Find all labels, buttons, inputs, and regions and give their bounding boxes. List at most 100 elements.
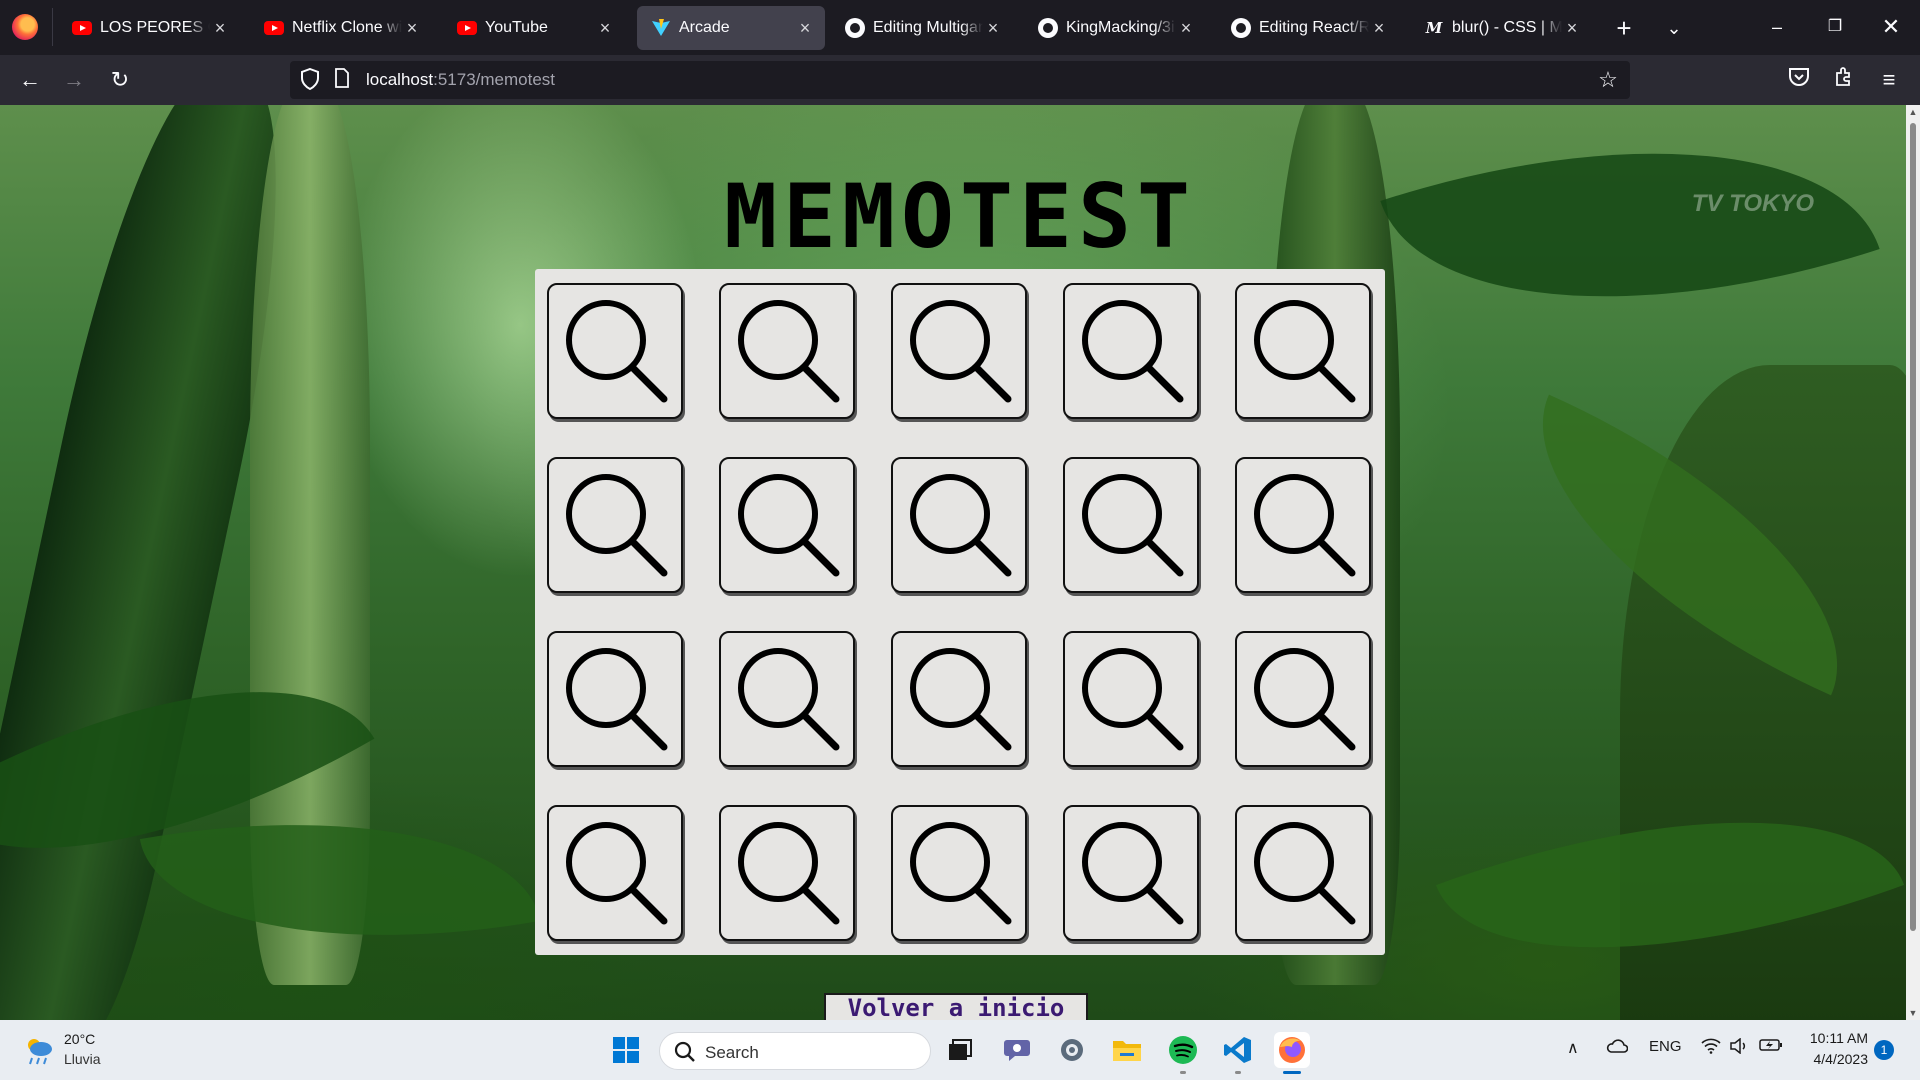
weather-description[interactable]: Lluvia <box>64 1051 101 1067</box>
memotest-card[interactable] <box>1235 805 1371 941</box>
memotest-card[interactable] <box>1063 805 1199 941</box>
tab-mdn-blur[interactable]: M blur() - CSS | MDN × <box>1410 6 1592 50</box>
rain-cloud-icon[interactable] <box>22 1034 56 1066</box>
show-hidden-icons-chevron-icon[interactable]: ∧ <box>1567 1038 1579 1058</box>
page-icon[interactable] <box>330 68 354 92</box>
scroll-down-arrow-icon[interactable]: ▼ <box>1908 1008 1918 1018</box>
tab-editing-readme[interactable]: Editing React/README × <box>1217 6 1399 50</box>
tab-close-icon[interactable]: × <box>1369 18 1389 38</box>
wifi-icon[interactable] <box>1701 1038 1721 1058</box>
notification-count-badge[interactable]: 1 <box>1874 1040 1894 1060</box>
tab-netflix-clone[interactable]: Netflix Clone with React × <box>250 6 432 50</box>
new-tab-button[interactable]: + <box>1608 12 1640 44</box>
tab-close-icon[interactable]: × <box>1176 18 1196 38</box>
memotest-card[interactable] <box>891 457 1027 593</box>
onedrive-cloud-icon[interactable] <box>1606 1038 1629 1058</box>
minimize-icon[interactable]: – <box>1754 10 1800 44</box>
memotest-card[interactable] <box>719 283 855 419</box>
tab-arcade[interactable]: Arcade × <box>637 6 825 50</box>
search-icon <box>738 822 840 925</box>
scroll-up-arrow-icon[interactable]: ▲ <box>1908 107 1918 117</box>
tab-close-icon[interactable]: × <box>402 18 422 38</box>
firefox-icon[interactable] <box>1274 1032 1310 1074</box>
close-window-icon[interactable]: ✕ <box>1868 10 1914 44</box>
search-icon <box>1254 474 1356 577</box>
memotest-card[interactable] <box>547 457 683 593</box>
back-icon[interactable]: ← <box>14 64 46 96</box>
memotest-card[interactable] <box>1063 631 1199 767</box>
tab-kingmacking[interactable]: KingMacking/3in1 × <box>1024 6 1206 50</box>
memotest-card[interactable] <box>1063 457 1199 593</box>
language-indicator[interactable]: ENG <box>1649 1038 1682 1055</box>
memotest-card[interactable] <box>547 805 683 941</box>
github-icon <box>1231 18 1251 38</box>
tab-close-icon[interactable]: × <box>210 18 230 38</box>
memotest-card[interactable] <box>891 805 1027 941</box>
tab-close-icon[interactable]: × <box>1562 18 1582 38</box>
memotest-card[interactable] <box>719 631 855 767</box>
extensions-icon[interactable] <box>1828 64 1860 96</box>
search-icon <box>910 300 1012 403</box>
settings-icon[interactable] <box>1054 1032 1090 1068</box>
url-path: :5173/memotest <box>433 70 556 89</box>
search-icon <box>566 474 668 577</box>
firefox-menu-icon[interactable] <box>12 14 38 40</box>
spotify-icon[interactable] <box>1165 1032 1201 1074</box>
search-icon <box>1082 474 1184 577</box>
tab-close-icon[interactable]: × <box>983 18 1003 38</box>
file-explorer-icon[interactable] <box>1109 1032 1145 1068</box>
url-text[interactable]: localhost:5173/memotest <box>366 70 555 90</box>
vscode-icon[interactable] <box>1220 1032 1256 1074</box>
tab-los-peores[interactable]: LOS PEORES CASTINGS × <box>58 6 240 50</box>
task-view-icon[interactable] <box>942 1032 978 1068</box>
running-indicator <box>1180 1071 1186 1074</box>
start-windows-icon[interactable] <box>608 1032 644 1068</box>
taskbar-search-field[interactable]: Search <box>659 1032 931 1070</box>
bookmark-star-icon[interactable]: ☆ <box>1596 68 1620 92</box>
search-icon <box>566 648 668 751</box>
search-icon <box>1082 300 1184 403</box>
search-icon <box>1082 648 1184 751</box>
forward-icon[interactable]: → <box>58 64 90 96</box>
reload-icon[interactable]: ↻ <box>104 64 136 96</box>
menu-hamburger-icon[interactable]: ≡ <box>1873 64 1905 96</box>
restore-icon[interactable]: ❐ <box>1812 10 1858 44</box>
search-icon <box>1082 822 1184 925</box>
clock-time[interactable]: 10:11 AM <box>1802 1030 1868 1046</box>
scroll-thumb[interactable] <box>1910 123 1916 931</box>
tab-close-icon[interactable]: × <box>595 18 615 38</box>
tab-close-icon[interactable]: × <box>795 18 815 38</box>
search-icon <box>1254 822 1356 925</box>
search-icon <box>910 474 1012 577</box>
memotest-card[interactable] <box>1235 631 1371 767</box>
search-icon <box>1254 300 1356 403</box>
memotest-card[interactable] <box>547 631 683 767</box>
volume-icon[interactable] <box>1729 1037 1749 1058</box>
pocket-icon[interactable] <box>1783 64 1815 96</box>
weather-temperature[interactable]: 20°C <box>64 1031 95 1047</box>
search-icon <box>738 300 840 403</box>
back-to-home-button[interactable]: Volver a inicio <box>824 993 1088 1020</box>
memotest-card[interactable] <box>719 457 855 593</box>
clock-date[interactable]: 4/4/2023 <box>1802 1051 1869 1067</box>
tab-editing-multigame[interactable]: Editing Multigame × <box>831 6 1013 50</box>
battery-icon[interactable] <box>1759 1038 1783 1056</box>
memotest-card[interactable] <box>891 631 1027 767</box>
memotest-card[interactable] <box>1235 457 1371 593</box>
tab-title: Arcade <box>679 19 730 36</box>
vertical-scrollbar[interactable]: ▲ ▼ <box>1906 105 1920 1020</box>
memotest-card[interactable] <box>891 283 1027 419</box>
search-icon <box>674 1041 695 1062</box>
memotest-card[interactable] <box>1235 283 1371 419</box>
mdn-icon: M <box>1425 19 1443 37</box>
shield-icon[interactable] <box>298 67 322 92</box>
windows-taskbar: 20°C Lluvia Search ∧ ENG 10:11 AM 4/4/20… <box>0 1020 1920 1080</box>
url-bar[interactable]: localhost:5173/memotest ☆ <box>290 61 1630 99</box>
list-all-tabs-icon[interactable]: ⌄ <box>1658 12 1690 44</box>
memotest-card[interactable] <box>1063 283 1199 419</box>
memotest-card[interactable] <box>719 805 855 941</box>
youtube-icon <box>264 18 284 38</box>
tab-youtube[interactable]: YouTube × <box>443 6 625 50</box>
memotest-card[interactable] <box>547 283 683 419</box>
chat-icon[interactable] <box>999 1032 1035 1068</box>
